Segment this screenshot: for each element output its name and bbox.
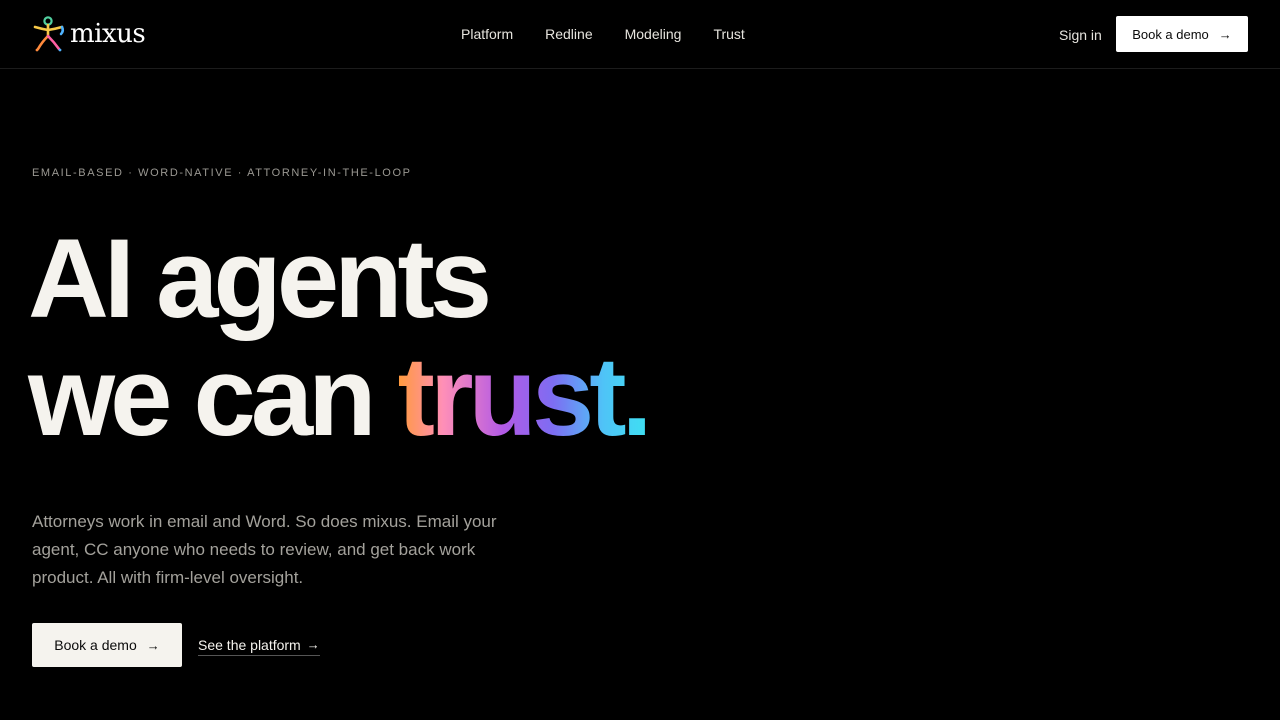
see-platform-link[interactable]: See the platform → (198, 634, 320, 656)
headline-line-2: we can trust. (28, 338, 788, 456)
nav-link-platform[interactable]: Platform (445, 0, 529, 68)
hero-eyebrow: EMAIL-BASED · WORD-NATIVE · ATTORNEY-IN-… (32, 167, 412, 179)
nav-link-trust[interactable]: Trust (697, 0, 760, 68)
nav-link-redline[interactable]: Redline (529, 0, 608, 68)
nav-book-demo-label: Book a demo (1132, 26, 1209, 42)
headline-gradient-text: trust. (397, 334, 653, 459)
mixus-logo-icon (33, 16, 65, 52)
hero-book-demo-button[interactable]: Book a demo → (32, 623, 182, 667)
headline-plain-text: we can (28, 334, 398, 459)
brand-name: mixus (70, 19, 146, 49)
primary-nav: Platform Redline Modeling Trust (445, 0, 761, 68)
headline-line-1: AI agents (28, 216, 492, 341)
arrow-right-icon: → (146, 637, 160, 653)
nav-book-demo-button[interactable]: Book a demo → (1116, 16, 1248, 52)
hero-subcopy: Attorneys work in email and Word. So doe… (32, 512, 497, 587)
mixus-logo[interactable]: mixus (32, 16, 146, 52)
hero-headline: AI agents we can trust. (28, 220, 788, 456)
nav-link-modeling[interactable]: Modeling (609, 0, 698, 68)
sign-in-link[interactable]: Sign in (1048, 0, 1113, 68)
top-nav: mixus Platform Redline Modeling Trust Si… (0, 0, 1280, 69)
arrow-right-icon: → (306, 637, 320, 652)
see-platform-label: See the platform (198, 636, 301, 653)
arrow-right-icon: → (1218, 26, 1232, 42)
hero-book-demo-label: Book a demo (54, 637, 137, 653)
